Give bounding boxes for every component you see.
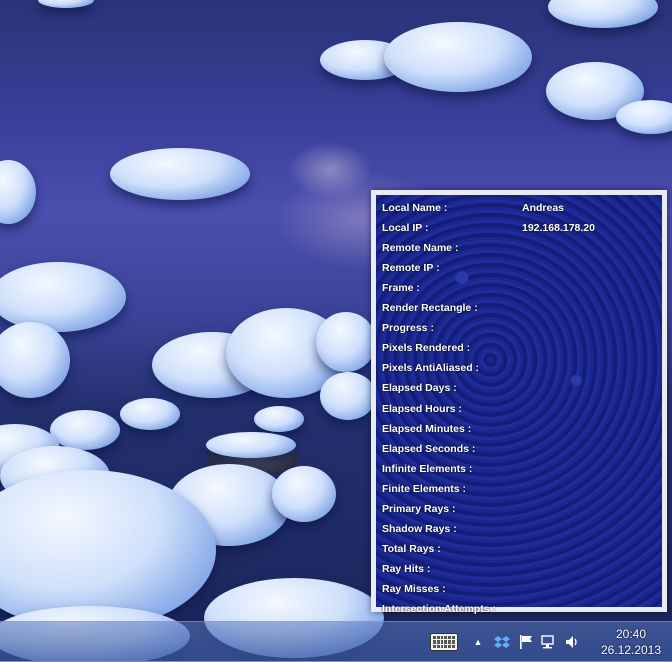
snow-stone <box>616 100 672 134</box>
volume-icon[interactable] <box>564 634 580 650</box>
stat-label: Elapsed Minutes : <box>382 422 472 435</box>
clock-time: 20:40 <box>615 627 647 641</box>
stat-label: Progress : <box>382 322 434 335</box>
snow-stone <box>206 432 296 458</box>
snow-stone <box>384 22 532 92</box>
stat-label: Finite Elements : <box>382 482 467 495</box>
stat-label: Shadow Rays : <box>382 522 457 535</box>
network-icon[interactable] <box>540 634 556 650</box>
snow-stone <box>272 466 336 522</box>
stat-label: Primary Rays : <box>382 502 456 515</box>
stat-label: Infinite Elements : <box>382 462 473 475</box>
action-center-flag-icon[interactable] <box>518 634 534 650</box>
stat-label: Pixels Rendered : <box>382 342 471 355</box>
render-stats-panel: Local Name : Andreas Local IP : 192.168.178… <box>371 190 667 615</box>
stat-label: Remote IP : <box>382 262 440 275</box>
snow-stone <box>38 0 94 8</box>
snow-stone <box>0 322 70 398</box>
stat-label: Total Rays : <box>382 542 441 555</box>
stat-label: Elapsed Hours : <box>382 402 462 415</box>
clock-date: 26.12.2013 <box>600 643 662 657</box>
snow-stone <box>320 372 376 420</box>
snow-stone <box>110 148 250 200</box>
snow-stone <box>120 398 180 430</box>
taskbar: ▲ 20:40 26.12.2013 <box>0 621 672 662</box>
system-clock[interactable]: 20:40 26.12.2013 <box>596 626 666 658</box>
dropbox-icon[interactable] <box>494 634 510 650</box>
stat-label: Render Rectangle : <box>382 302 478 315</box>
stat-label: Remote Name : <box>382 242 459 255</box>
stat-label: Elapsed Seconds : <box>382 442 476 455</box>
stat-label: Elapsed Days : <box>382 382 457 395</box>
snow-stone <box>316 312 376 372</box>
stat-value: Andreas <box>522 202 565 214</box>
snow-stone <box>50 410 120 450</box>
stat-label: Intersection Attempts : <box>382 603 496 615</box>
stat-label: Pixels AntiAliased : <box>382 362 480 375</box>
snow-stone <box>0 160 36 224</box>
snow-stone <box>0 262 126 332</box>
show-hidden-icons-chevron-icon[interactable]: ▲ <box>470 634 486 650</box>
snow-stone <box>548 0 658 28</box>
stat-label: Ray Hits : <box>382 562 431 575</box>
stat-label: Ray Misses : <box>382 582 446 595</box>
stat-value: 192.168.178.20 <box>522 222 595 235</box>
stat-label: Local IP : <box>382 222 429 235</box>
stat-label: Local Name : <box>382 202 448 214</box>
snow-stone <box>254 406 304 432</box>
keyboard-icon[interactable] <box>430 633 458 651</box>
stat-label: Frame : <box>382 282 420 295</box>
